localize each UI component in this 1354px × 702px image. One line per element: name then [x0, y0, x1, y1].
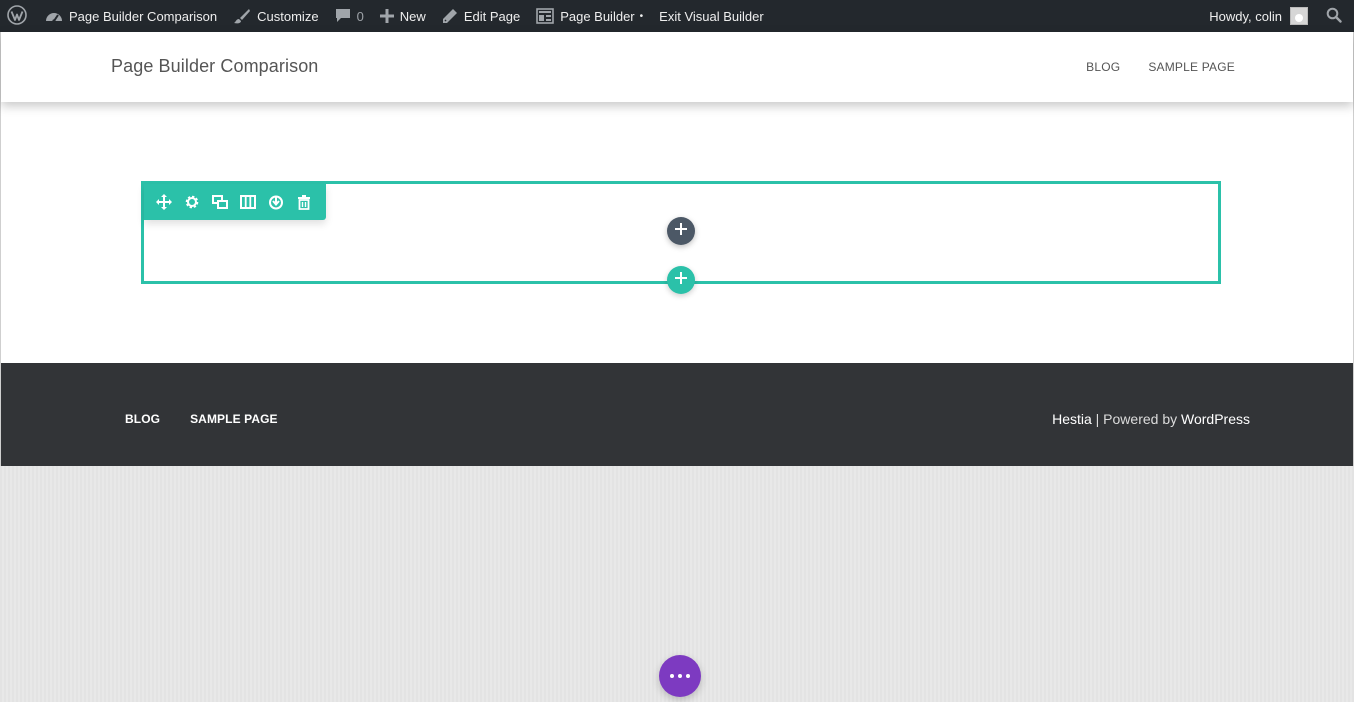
customize-menu[interactable]: Customize: [225, 0, 326, 32]
plus-icon: [379, 9, 394, 23]
site-title[interactable]: Page Builder Comparison: [111, 56, 318, 77]
delete-icon[interactable]: [296, 194, 312, 210]
more-dot-3: [686, 674, 690, 678]
add-module-button[interactable]: [667, 217, 695, 245]
exit-visual-builder-label: Exit Visual Builder: [659, 8, 764, 24]
comments-count: 0: [356, 8, 364, 24]
page-builder-menu[interactable]: Page Builder •: [528, 0, 651, 32]
more-dot-2: [678, 674, 682, 678]
admin-bar: Page Builder Comparison Customize 0 New: [0, 0, 1354, 32]
duplicate-icon[interactable]: [212, 194, 228, 210]
layout-icon: [536, 8, 554, 24]
settings-icon[interactable]: [184, 194, 200, 210]
site-name-menu[interactable]: Page Builder Comparison: [37, 0, 225, 32]
wordpress-link[interactable]: WordPress: [1181, 411, 1250, 427]
new-label: New: [399, 8, 426, 24]
footer-nav: BLOG SAMPLE PAGE: [125, 412, 278, 426]
hestia-link[interactable]: Hestia: [1052, 411, 1092, 427]
site-name-label: Page Builder Comparison: [69, 8, 218, 24]
customize-label: Customize: [257, 8, 319, 24]
nav-sample-page-link[interactable]: SAMPLE PAGE: [1148, 60, 1235, 74]
plus-icon: [675, 222, 687, 240]
page-builder-label: Page Builder: [560, 8, 635, 24]
nav-blog-link[interactable]: BLOG: [1086, 60, 1120, 74]
edit-page-menu[interactable]: Edit Page: [434, 0, 528, 32]
site-page: Page Builder Comparison BLOG SAMPLE PAGE: [0, 32, 1354, 466]
avatar: [1290, 7, 1308, 25]
add-section-button[interactable]: [667, 266, 695, 294]
site-footer: BLOG SAMPLE PAGE Hestia | Powered by Wor…: [1, 363, 1353, 466]
more-dot-1: [670, 674, 674, 678]
plus-icon: [675, 271, 687, 289]
brush-icon: [233, 8, 251, 24]
comments-menu[interactable]: 0: [327, 0, 372, 32]
footer-sample-page-link[interactable]: SAMPLE PAGE: [190, 412, 278, 426]
site-header: Page Builder Comparison BLOG SAMPLE PAGE: [1, 32, 1353, 102]
columns-icon[interactable]: [240, 194, 256, 210]
search-icon: [1326, 7, 1342, 26]
howdy-label: Howdy, colin: [1209, 8, 1282, 24]
primary-nav: BLOG SAMPLE PAGE: [1086, 60, 1235, 74]
save-to-library-icon[interactable]: [268, 194, 284, 210]
move-icon[interactable]: [156, 194, 172, 210]
footer-credits: Hestia | Powered by WordPress: [1052, 411, 1250, 427]
user-account-menu[interactable]: Howdy, colin: [1201, 0, 1314, 32]
new-content-menu[interactable]: New: [372, 0, 434, 32]
wp-logo-menu[interactable]: [0, 0, 37, 32]
exit-visual-builder-button[interactable]: Exit Visual Builder: [651, 0, 772, 32]
admin-bar-secondary: Howdy, colin: [1201, 0, 1354, 32]
section-toolbar: [144, 184, 326, 220]
comment-icon: [335, 7, 351, 26]
pencil-icon: [442, 8, 458, 24]
builder-settings-button[interactable]: [659, 655, 701, 697]
credits-separator: | Powered by: [1091, 411, 1182, 427]
builder-section[interactable]: [141, 181, 1221, 294]
dashboard-icon: [45, 8, 63, 24]
wordpress-icon: [7, 4, 27, 28]
page-builder-status-dot: •: [639, 10, 644, 22]
footer-blog-link[interactable]: BLOG: [125, 412, 160, 426]
admin-search-button[interactable]: [1314, 0, 1354, 32]
edit-page-label: Edit Page: [463, 8, 521, 24]
